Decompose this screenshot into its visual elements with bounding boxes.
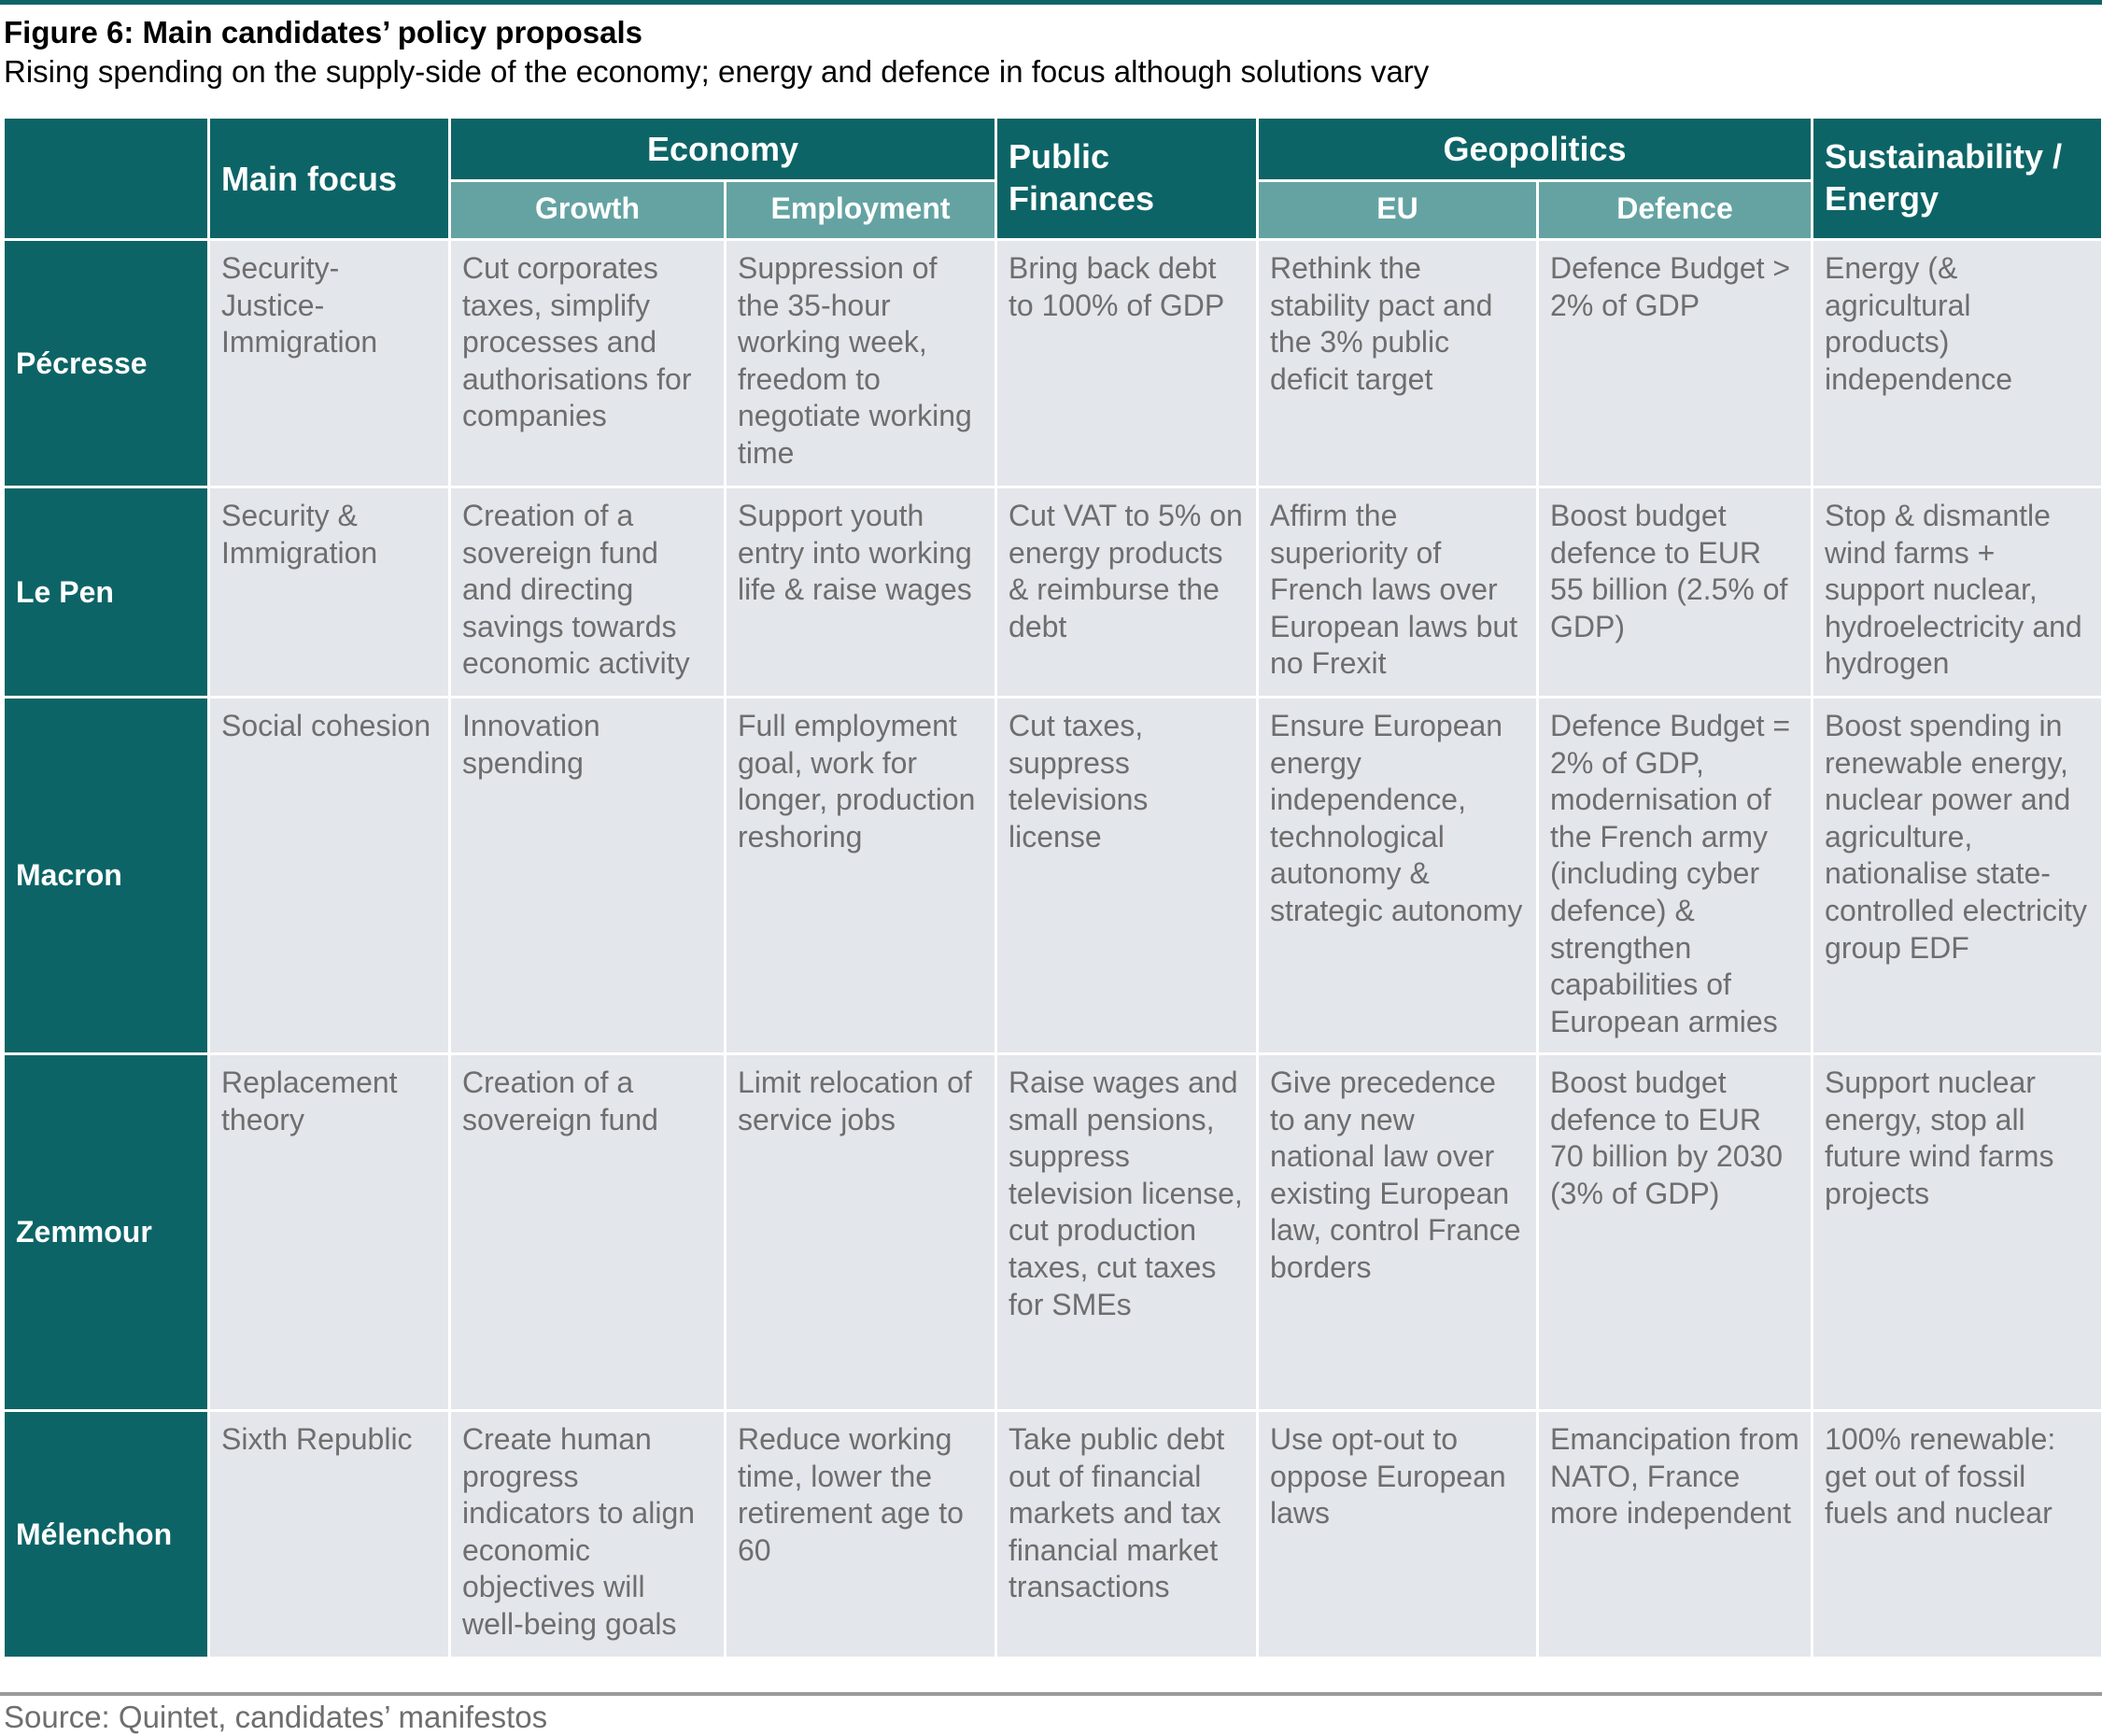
defence-cell: Emancipation from NATO, France more inde…	[1536, 1409, 1814, 1659]
header-public-finances: Public Finances	[995, 116, 1260, 241]
table-row: Mélenchon Sixth Republic Create human pr…	[2, 1409, 2102, 1659]
table-row: Macron Social cohesion Innovation spendi…	[2, 696, 2102, 1055]
main-focus-cell: Social cohesion	[207, 696, 451, 1055]
defence-cell: Boost budget defence to EUR 55 billion (…	[1536, 486, 1814, 699]
sustainability-cell: Stop & dismantle wind farms + support nu…	[1811, 486, 2102, 699]
figure-subtitle: Rising spending on the supply-side of th…	[4, 54, 1430, 89]
header-economy: Economy	[447, 116, 998, 182]
eu-cell: Give precedence to any new national law …	[1256, 1052, 1540, 1412]
main-focus-cell: Security-Justice-Immigration	[207, 238, 451, 488]
employment-cell: Full employment goal, work for longer, p…	[723, 696, 998, 1055]
header-geopolitics: Geopolitics	[1256, 116, 1814, 182]
sustainability-cell: Energy (& agricultural products) indepen…	[1811, 238, 2102, 488]
public-finances-cell: Bring back debt to 100% of GDP	[995, 238, 1260, 488]
employment-cell: Limit relocation of service jobs	[723, 1052, 998, 1412]
eu-cell: Ensure European energy independence, tec…	[1256, 696, 1540, 1055]
candidate-name: Le Pen	[2, 486, 210, 699]
header-eu: EU	[1256, 179, 1540, 241]
candidate-name: Mélenchon	[2, 1409, 210, 1659]
defence-cell: Boost budget defence to EUR 70 billion b…	[1536, 1052, 1814, 1412]
growth-cell: Cut corporates taxes, simplify processes…	[448, 238, 727, 488]
public-finances-cell: Take public debt out of financial market…	[995, 1409, 1260, 1659]
header-main-focus: Main focus	[207, 116, 451, 241]
employment-cell: Support youth entry into working life & …	[723, 486, 998, 699]
header-sustainability: Sustainability / Energy	[1811, 116, 2102, 241]
sustainability-cell: 100% renewable: get out of fossil fuels …	[1811, 1409, 2102, 1659]
main-focus-cell: Security & Immigration	[207, 486, 451, 699]
eu-cell: Rethink the stability pact and the 3% pu…	[1256, 238, 1540, 488]
candidate-name: Zemmour	[2, 1052, 210, 1412]
growth-cell: Create human progress indicators to alig…	[448, 1409, 727, 1659]
public-finances-cell: Raise wages and small pensions, suppress…	[995, 1052, 1260, 1412]
public-finances-cell: Cut VAT to 5% on energy products & reimb…	[995, 486, 1260, 699]
growth-cell: Creation of a sovereign fund and directi…	[448, 486, 727, 699]
growth-cell: Innovation spending	[448, 696, 727, 1055]
header-corner	[2, 116, 210, 241]
main-focus-cell: Sixth Republic	[207, 1409, 451, 1659]
source-note: Source: Quintet, candidates’ manifestos	[4, 1700, 548, 1734]
sustainability-cell: Boost spending in renewable energy, nucl…	[1811, 696, 2102, 1055]
main-focus-cell: Replacement theory	[207, 1052, 451, 1412]
employment-cell: Reduce working time, lower the retiremen…	[723, 1409, 998, 1659]
table-row: Le Pen Security & Immigration Creation o…	[2, 486, 2102, 699]
defence-cell: Defence Budget > 2% of GDP	[1536, 238, 1814, 488]
table-row: Pécresse Security-Justice-Immigration Cu…	[2, 238, 2102, 488]
header-growth: Growth	[448, 179, 727, 241]
top-rule	[0, 0, 2102, 5]
eu-cell: Affirm the superiority of French laws ov…	[1256, 486, 1540, 699]
defence-cell: Defence Budget = 2% of GDP, modernisatio…	[1536, 696, 1814, 1055]
growth-cell: Creation of a sovereign fund	[448, 1052, 727, 1412]
policy-table: Main focus Economy Public Finances Geopo…	[2, 116, 2102, 1659]
eu-cell: Use opt-out to oppose European laws	[1256, 1409, 1540, 1659]
candidate-name: Macron	[2, 696, 210, 1055]
sustainability-cell: Support nuclear energy, stop all future …	[1811, 1052, 2102, 1412]
employment-cell: Suppression of the 35-hour working week,…	[723, 238, 998, 488]
header-employment: Employment	[723, 179, 998, 241]
bottom-rule	[0, 1692, 2102, 1696]
figure-title: Figure 6: Main candidates’ policy propos…	[4, 15, 642, 49]
candidate-name: Pécresse	[2, 238, 210, 488]
public-finances-cell: Cut taxes, suppress televisions license	[995, 696, 1260, 1055]
header-defence: Defence	[1536, 179, 1814, 241]
table-row: Zemmour Replacement theory Creation of a…	[2, 1052, 2102, 1412]
